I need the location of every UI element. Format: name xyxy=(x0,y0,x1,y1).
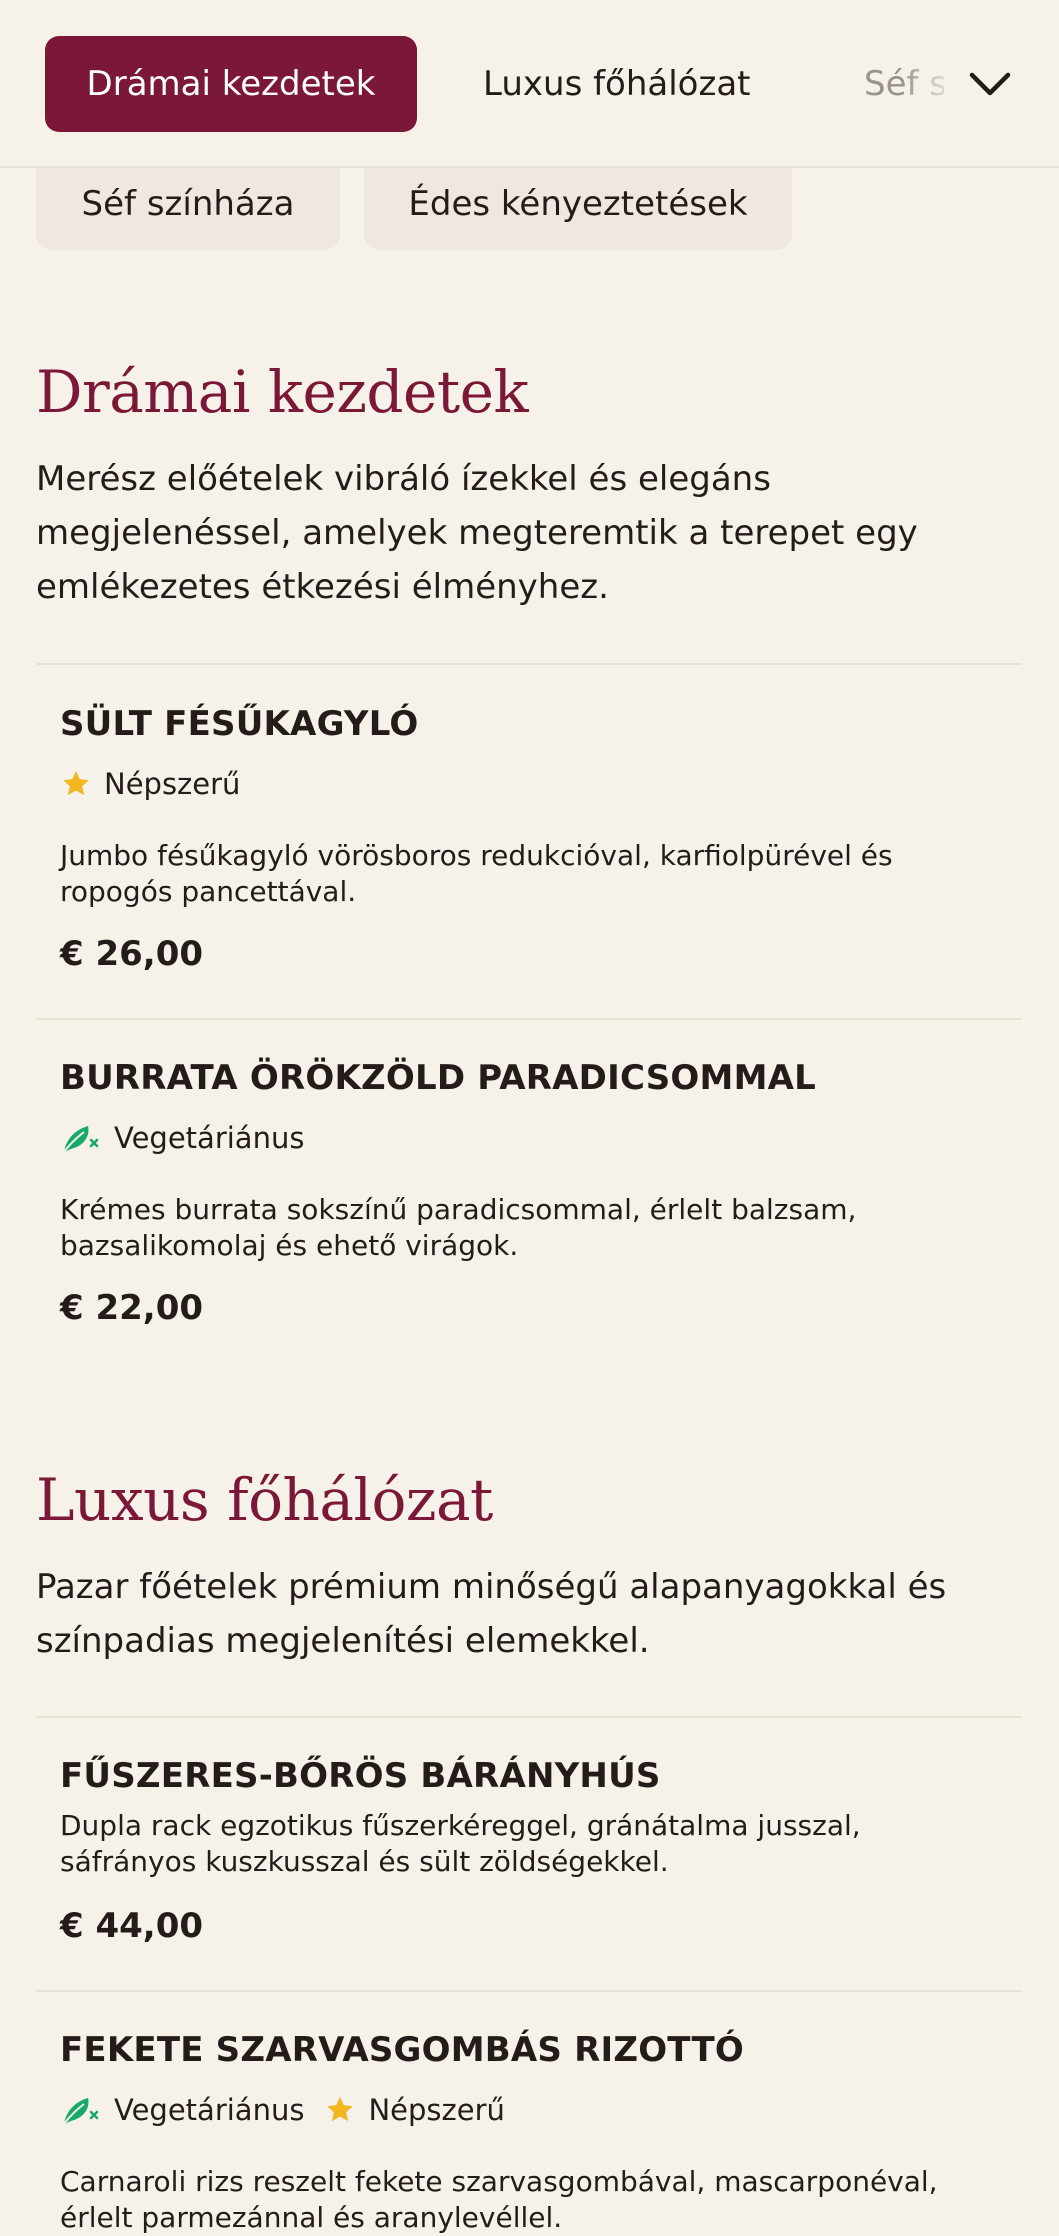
item-tags: Vegetáriánus Népszerű xyxy=(60,2090,525,2130)
tag-vegetarian: Vegetáriánus xyxy=(60,2092,304,2128)
category-nav: Drámai kezdetek Luxus főhálózat Séf szín… xyxy=(0,0,1059,168)
tag-popular: Népszerű xyxy=(60,767,240,801)
item-description: Krémes burrata sokszínű paradicsommal, é… xyxy=(60,1193,857,1262)
leaf-icon xyxy=(60,2092,102,2128)
divider xyxy=(36,1018,1022,1020)
tag-popular: Népszerű xyxy=(324,2093,505,2127)
section-description: Merész előételek vibráló ízekkel és eleg… xyxy=(36,459,918,607)
item-description: Jumbo fésűkagyló vörösboros redukcióval,… xyxy=(60,839,893,908)
section-description: Pazar főételek prémium minőségű alapanya… xyxy=(36,1567,947,1661)
star-icon xyxy=(324,2094,356,2126)
item-description: Carnaroli rizs reszelt fekete szarvasgom… xyxy=(60,2165,938,2234)
star-icon xyxy=(60,768,92,800)
tag-label: Népszerű xyxy=(368,2093,505,2127)
item-name: SÜLT FÉSŰKAGYLÓ xyxy=(60,704,419,744)
divider xyxy=(36,663,1022,665)
divider xyxy=(36,1716,1022,1718)
expand-categories-button[interactable] xyxy=(958,52,1022,116)
item-description: Dupla rack egzotikus fűszerkéreggel, grá… xyxy=(60,1809,861,1878)
tab-luxus-fohalozat[interactable]: Luxus főhálózat xyxy=(483,36,751,132)
item-price: € 44,00 xyxy=(60,1906,204,1946)
item-price: € 22,00 xyxy=(60,1288,204,1328)
tag-vegetarian: Vegetáriánus xyxy=(60,1120,304,1156)
divider xyxy=(36,1990,1022,1992)
section-title-luxus-fohalozat: Luxus főhálózat xyxy=(36,1466,493,1534)
section-title-dramai-kezdetek: Drámai kezdetek xyxy=(36,358,529,426)
tab-sef-szinhaza[interactable]: Séf színháza xyxy=(864,36,944,132)
item-tags: Népszerű xyxy=(60,764,260,804)
tag-label: Vegetáriánus xyxy=(114,2093,305,2127)
tab-dramai-kezdetek[interactable]: Drámai kezdetek xyxy=(45,36,417,132)
item-name: BURRATA ÖRÖKZÖLD PARADICSOMMAL xyxy=(60,1058,816,1098)
item-name: FŰSZERES-BŐRÖS BÁRÁNYHÚS xyxy=(60,1756,661,1796)
tag-label: Népszerű xyxy=(104,767,241,801)
item-tags: Vegetáriánus xyxy=(60,1118,324,1158)
chevron-down-icon xyxy=(969,72,1011,96)
item-name: FEKETE SZARVASGOMBÁS RIZOTTÓ xyxy=(60,2030,744,2070)
item-price: € 26,00 xyxy=(60,934,204,974)
tag-label: Vegetáriánus xyxy=(114,1121,305,1155)
leaf-icon xyxy=(60,1120,102,1156)
